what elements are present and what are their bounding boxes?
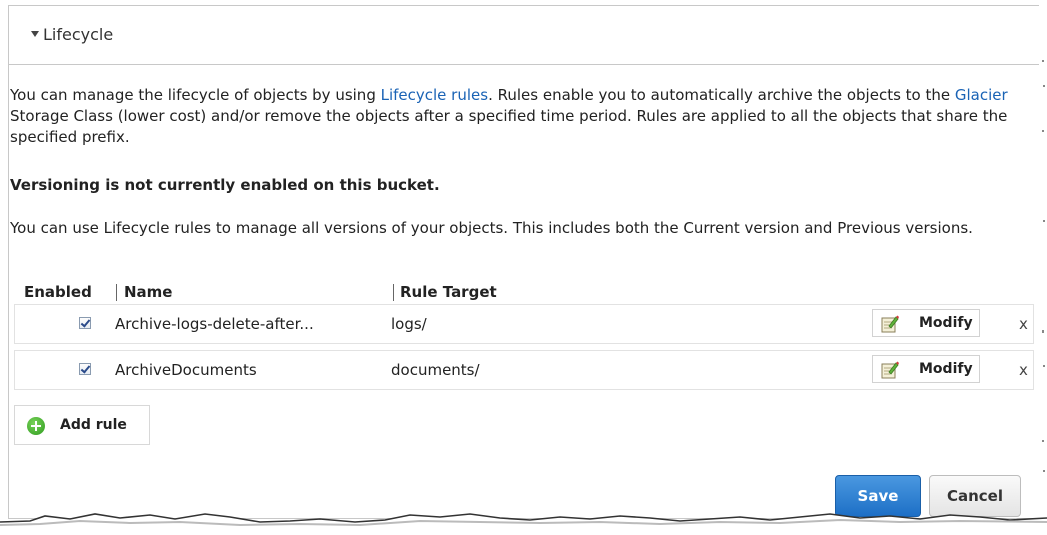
modify-label: Modify: [919, 315, 973, 331]
enabled-checkbox[interactable]: [79, 363, 91, 375]
delete-rule-button[interactable]: x: [1019, 315, 1028, 333]
delete-rule-button[interactable]: x: [1019, 361, 1028, 379]
intro-text-part3: Storage Class (lower cost) and/or remove…: [10, 107, 1008, 146]
rule-target: documents/: [391, 361, 480, 379]
modify-button[interactable]: Modify: [872, 309, 980, 337]
save-label: Save: [857, 487, 899, 505]
panel-title: Lifecycle: [43, 25, 114, 44]
glacier-link[interactable]: Glacier: [955, 86, 1008, 104]
header-enabled: Enabled: [24, 283, 92, 301]
intro-text-part2: . Rules enable you to automatically arch…: [488, 86, 955, 104]
table-row: Archive-logs-delete-after... logs/ Modif…: [14, 304, 1034, 344]
modify-button[interactable]: Modify: [872, 355, 980, 383]
lifecycle-panel: Lifecycle: [8, 5, 1039, 519]
header-name: Name: [124, 283, 173, 301]
intro-text-part1: You can manage the lifecycle of objects …: [10, 86, 381, 104]
torn-bottom-edge: [0, 513, 1047, 535]
add-icon: [27, 417, 45, 435]
column-separator: [393, 284, 394, 301]
header-rule-target: Rule Target: [400, 283, 497, 301]
enabled-checkbox[interactable]: [79, 317, 91, 329]
versioning-notice: Versioning is not currently enabled on t…: [10, 176, 440, 194]
rule-name: Archive-logs-delete-after...: [115, 315, 314, 333]
torn-right-edge: [1042, 60, 1045, 472]
add-rule-button[interactable]: Add rule: [14, 405, 150, 445]
column-separator: [116, 284, 117, 301]
cancel-label: Cancel: [946, 487, 1003, 505]
versions-text: You can use Lifecycle rules to manage al…: [10, 219, 973, 237]
lifecycle-rules-link[interactable]: Lifecycle rules: [381, 86, 488, 104]
edit-icon: [881, 361, 899, 379]
intro-text: You can manage the lifecycle of objects …: [10, 85, 1030, 148]
caret-down-icon[interactable]: [31, 31, 39, 37]
rule-target: logs/: [391, 315, 427, 333]
add-rule-label: Add rule: [60, 417, 127, 433]
table-row: ArchiveDocuments documents/ Modify x: [14, 350, 1034, 390]
lifecycle-panel-header[interactable]: Lifecycle: [9, 6, 1039, 65]
rule-name: ArchiveDocuments: [115, 361, 257, 379]
modify-label: Modify: [919, 361, 973, 377]
edit-icon: [881, 315, 899, 333]
